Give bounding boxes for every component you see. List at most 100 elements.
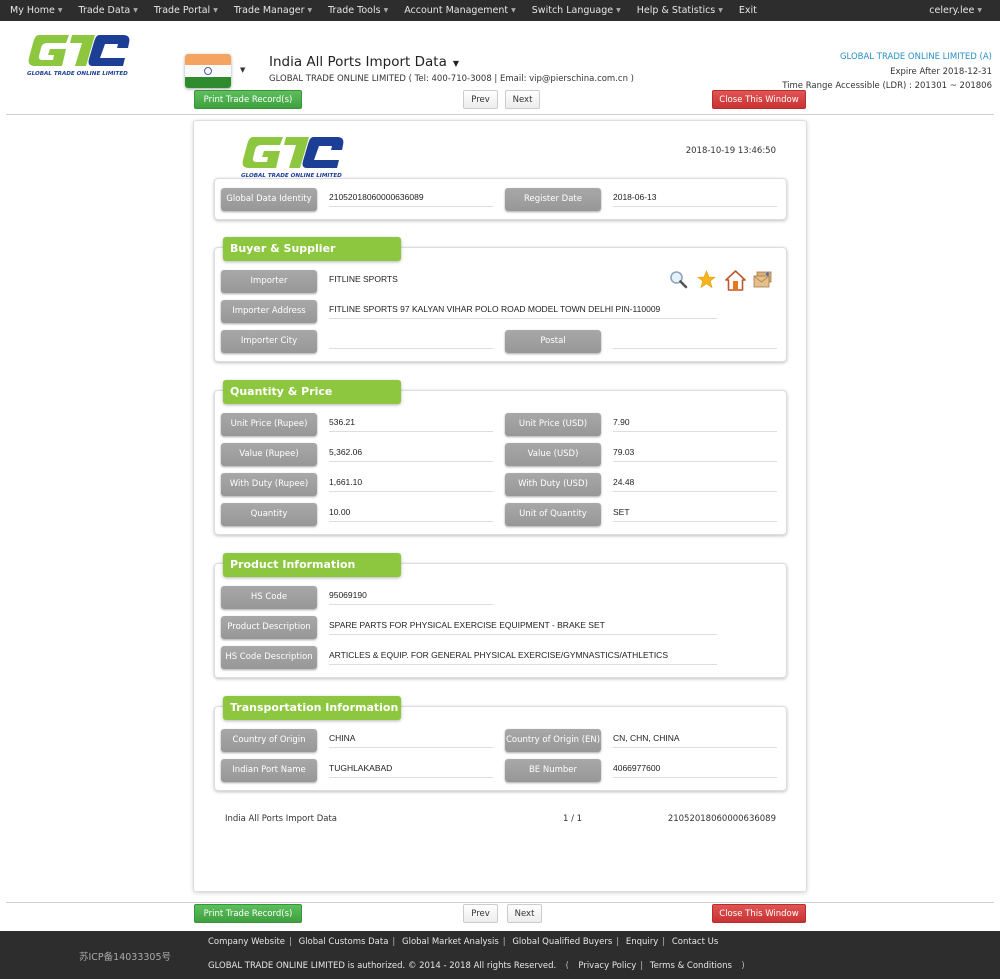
nav-account-management[interactable]: Account Management ▼ <box>394 5 522 16</box>
importer-address-value: FITLINE SPORTS 97 KALYAN VIHAR POLO ROAD… <box>329 300 717 319</box>
footer-link-enquiry[interactable]: Enquiry <box>626 937 658 947</box>
section-title: Product Information <box>223 553 401 577</box>
icp-license: 苏ICP备14033305号 <box>79 952 172 963</box>
print-trade-records-button[interactable]: Print Trade Record(s) <box>194 904 302 923</box>
unit-of-quantity-label: Unit of Quantity <box>505 503 601 526</box>
close-window-button[interactable]: Close This Window <box>712 904 806 923</box>
importer-row: Importer FITLINE SPORTS <box>221 270 781 293</box>
close-window-button[interactable]: Close This Window <box>712 90 806 109</box>
with-duty-rupee-label: With Duty (Rupee) <box>221 473 317 496</box>
section-title: Buyer & Supplier Information <box>223 237 401 278</box>
footer-link-contact-us[interactable]: Contact Us <box>672 937 718 947</box>
svg-text:GLOBAL TRADE ONLINE LIMITED: GLOBAL TRADE ONLINE LIMITED <box>27 71 128 77</box>
with-duty-usd-label: With Duty (USD) <box>505 473 601 496</box>
caret-down-icon: ▼ <box>718 7 723 14</box>
footer-link-global-qualified-buyers[interactable]: Global Qualified Buyers <box>512 937 612 947</box>
database-title[interactable]: India All Ports Import Data ▼ <box>269 54 459 70</box>
nav-my-home[interactable]: My Home ▼ <box>0 5 69 16</box>
caret-down-icon: ▼ <box>977 7 982 14</box>
global-data-identity-label: Global Data Identity <box>221 188 317 211</box>
importer-address-label: Importer Address <box>221 300 317 323</box>
caret-down-icon: ▼ <box>452 59 460 68</box>
hs-code-description-row: HS Code Description ARTICLES & EQUIP. FO… <box>221 646 781 669</box>
quantity-price-section: Quantity & Price Information Unit Price … <box>214 380 787 535</box>
footer-link-global-market-analysis[interactable]: Global Market Analysis <box>402 937 499 947</box>
top-nav: My Home ▼ Trade Data ▼ Trade Portal ▼ Trade… <box>0 0 1000 21</box>
caret-down-icon: ▼ <box>213 7 218 14</box>
gto-logo-icon: GLOBAL TRADE ONLINE LIMITED <box>241 137 344 179</box>
register-date-value: 2018-06-13 <box>613 188 777 207</box>
nav-help-statistics[interactable]: Help & Statistics ▼ <box>627 5 729 16</box>
postal-label: Postal <box>505 330 601 353</box>
nav-switch-language[interactable]: Switch Language ▼ <box>522 5 627 16</box>
quantity-label: Quantity <box>221 503 317 526</box>
hs-code-value: 95069190 <box>329 586 493 605</box>
product-section: Product Information HS Code 95069190 Pro… <box>214 553 787 678</box>
prev-button[interactable]: Prev <box>463 90 498 109</box>
header: GLOBAL TRADE ONLINE LIMITED ▼ India All … <box>0 21 1000 91</box>
indian-port-name-value: TUGHLAKABAD <box>329 759 493 778</box>
footer-link-terms-conditions[interactable]: Terms & Conditions <box>650 961 732 971</box>
identity-row: Global Data Identity 2105201806000063608… <box>221 188 781 211</box>
product-description-row: Product Description SPARE PARTS FOR PHYS… <box>221 616 781 639</box>
prev-button[interactable]: Prev <box>463 904 498 923</box>
register-date-label: Register Date <box>505 188 601 211</box>
buyer-supplier-section: Buyer & Supplier Information Importer FI… <box>214 237 787 362</box>
importer-city-row: Importer City Postal <box>221 330 781 353</box>
user-menu[interactable]: celery.lee ▼ <box>919 5 988 16</box>
caret-down-icon: ▼ <box>57 7 63 14</box>
value-rupee-value: 5,362.06 <box>329 443 493 462</box>
unit-price-usd-label: Unit Price (USD) <box>505 413 601 436</box>
caret-down-icon: ▼ <box>511 7 516 14</box>
transportation-section: Transportation Information Country of Or… <box>214 696 787 791</box>
country-of-origin-en-label: Country of Origin (EN) <box>505 729 601 752</box>
section-title: Transportation Information <box>223 696 401 720</box>
postal-value <box>613 330 777 349</box>
nav-trade-data[interactable]: Trade Data ▼ <box>69 5 144 16</box>
country-of-origin-label: Country of Origin <box>221 729 317 752</box>
country-of-origin-value: CHINA <box>329 729 493 748</box>
unit-price-usd-value: 7.90 <box>613 413 777 432</box>
nav-trade-portal[interactable]: Trade Portal ▼ <box>144 5 224 16</box>
importer-value[interactable]: FITLINE SPORTS <box>329 270 398 289</box>
print-trade-records-button[interactable]: Print Trade Record(s) <box>194 90 302 109</box>
copyright: GLOBAL TRADE ONLINE LIMITED is authorize… <box>208 961 745 971</box>
hs-code-row: HS Code 95069190 <box>221 586 781 609</box>
product-description-label: Product Description <box>221 616 317 639</box>
footer-links: Company Website | Global Customs Data | Gl… <box>208 937 719 947</box>
with-duty-usd-value: 24.48 <box>613 473 777 492</box>
record-id: 21052018060000636089 <box>667 814 776 824</box>
country-dropdown-caret-icon[interactable]: ▼ <box>240 66 245 74</box>
importer-address-row: Importer Address FITLINE SPORTS 97 KALYA… <box>221 300 781 323</box>
expire-date: Expire After 2018-12-31 <box>890 66 992 77</box>
next-button[interactable]: Next <box>505 90 540 109</box>
nav-trade-manager[interactable]: Trade Manager ▼ <box>224 5 318 16</box>
gto-logo-icon: GLOBAL TRADE ONLINE LIMITED <box>27 35 130 77</box>
hs-code-description-value: ARTICLES & EQUIP. FOR GENERAL PHYSICAL E… <box>329 646 717 665</box>
record-source: India All Ports Import Data <box>225 814 337 824</box>
caret-down-icon: ▼ <box>616 7 621 14</box>
be-number-label: BE Number <box>505 759 601 782</box>
bottom-toolbar: Print Trade Record(s) Prev Next Close Th… <box>0 900 1000 930</box>
site-footer: 苏ICP备14033305号 Company Website | Global C… <box>0 931 1000 979</box>
hs-code-description-label: HS Code Description <box>221 646 317 669</box>
nav-exit[interactable]: Exit <box>729 5 763 16</box>
identity-section: Global Data Identity 2105201806000063608… <box>214 178 787 220</box>
unit-of-quantity-value: SET <box>613 503 777 522</box>
quantity-value: 10.00 <box>329 503 493 522</box>
indian-port-name-label: Indian Port Name <box>221 759 317 782</box>
contact-info: GLOBAL TRADE ONLINE LIMITED ( Tel: 400-7… <box>269 74 634 84</box>
importer-city-value <box>329 330 493 349</box>
next-button[interactable]: Next <box>507 904 542 923</box>
footer-link-privacy-policy[interactable]: Privacy Policy <box>578 961 636 971</box>
nav-trade-tools[interactable]: Trade Tools ▼ <box>318 5 394 16</box>
footer-link-global-customs-data[interactable]: Global Customs Data <box>299 937 389 947</box>
gto-logo[interactable]: GLOBAL TRADE ONLINE LIMITED <box>25 31 135 77</box>
importer-city-label: Importer City <box>221 330 317 353</box>
with-duty-rupee-value: 1,661.10 <box>329 473 493 492</box>
footer-link-company-website[interactable]: Company Website <box>208 937 285 947</box>
importer-label: Importer <box>221 270 317 293</box>
gto-logo: GLOBAL TRADE ONLINE LIMITED <box>239 133 349 179</box>
india-flag-icon[interactable] <box>185 54 231 88</box>
quantity-row: Unit Price (Rupee) 536.21 Unit Price (US… <box>221 413 781 436</box>
